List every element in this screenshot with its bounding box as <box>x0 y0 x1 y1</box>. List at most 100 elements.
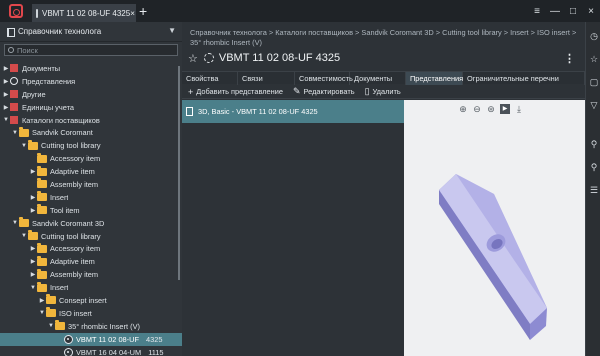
tree-item-label: Insert <box>50 192 69 202</box>
download-icon[interactable]: ⤓ <box>514 104 524 114</box>
chevron-down-icon[interactable]: ▼ <box>168 26 176 35</box>
tree-item-label: Документы <box>22 63 61 73</box>
tree-item[interactable]: ▼ Sandvik Coromant <box>0 126 182 139</box>
tree-item[interactable]: VBMT 11 02 08-UF 4325 <box>0 332 182 346</box>
expand-arrow-down-icon[interactable]: ▼ <box>20 233 28 239</box>
catalog-book-icon <box>10 64 18 73</box>
tree-item[interactable]: ▶ Assembly item <box>0 268 182 281</box>
search-input[interactable] <box>17 45 177 55</box>
edit-label: Редактировать <box>303 87 355 96</box>
search-icon[interactable]: ⚲ <box>589 139 599 149</box>
expand-arrow-right-icon[interactable]: ▶ <box>29 194 37 201</box>
tree-item-label: ISO insert <box>59 308 92 318</box>
expand-arrow-right-icon[interactable]: ▶ <box>2 104 10 111</box>
tree-item-label: Sandvik Coromant <box>32 128 93 138</box>
filter-icon[interactable]: ▽ <box>589 100 599 110</box>
tree-item[interactable]: ▶ Tool item <box>0 204 182 217</box>
expand-arrow-down-icon[interactable]: ▼ <box>11 220 19 226</box>
expand-arrow-down-icon[interactable]: ▼ <box>20 143 28 149</box>
menu-icon[interactable]: ≡ <box>528 6 546 17</box>
plus-icon: + <box>188 86 194 97</box>
breadcrumb[interactable]: Справочник технолога > Каталоги поставщи… <box>190 28 578 48</box>
tree-scrollbar[interactable] <box>178 66 180 280</box>
document-tab[interactable]: VBMT 11 02 08-UF 4325 × <box>32 4 136 22</box>
close-tab-icon[interactable]: × <box>130 9 135 18</box>
folder-icon <box>28 139 38 150</box>
tab-4[interactable]: Представления <box>406 72 463 85</box>
star-icon[interactable]: ☆ <box>589 54 599 64</box>
tree-item[interactable]: ▶ Единицы учета <box>0 101 182 114</box>
document-header: ☆ VBMT 11 02 08-UF 4325 <box>188 51 340 65</box>
expand-arrow-right-icon[interactable]: ▶ <box>38 297 46 304</box>
expand-arrow-right-icon[interactable]: ▶ <box>29 258 37 265</box>
edit-button[interactable]: ✎ Редактировать <box>293 86 355 97</box>
tree-item[interactable]: Accessory item <box>0 152 182 165</box>
expand-arrow-down-icon[interactable]: ▼ <box>47 323 55 329</box>
more-options-button[interactable]: ⋮ <box>564 52 575 65</box>
expand-arrow-right-icon[interactable]: ▶ <box>2 91 10 98</box>
trash-icon: ▯ <box>364 86 370 96</box>
tab-2[interactable]: Совместимость <box>295 72 353 85</box>
expand-arrow-down-icon[interactable]: ▼ <box>2 117 10 123</box>
search-advanced-icon[interactable]: ⚲ <box>589 162 599 172</box>
play-icon[interactable]: ▶ <box>500 104 510 114</box>
catalog-selector[interactable]: Справочник технолога ▼ <box>0 22 182 42</box>
tree-item[interactable]: ▶ Документы <box>0 62 182 75</box>
close-window-button[interactable]: × <box>582 6 600 17</box>
item-icon <box>64 334 73 344</box>
catalog-book-icon <box>10 116 18 124</box>
expand-arrow-right-icon[interactable]: ▶ <box>29 207 37 214</box>
list-item[interactable]: 3D, Basic - VBMT 11 02 08-UF 4325 <box>182 100 404 123</box>
expand-arrow-down-icon[interactable]: ▼ <box>11 130 19 136</box>
tree-item[interactable]: ▼ ISO insert <box>0 307 182 320</box>
add-representation-button[interactable]: + Добавить представление <box>188 87 283 97</box>
tree-item[interactable]: ▶ Consept insert <box>0 294 182 307</box>
favorite-star-icon[interactable]: ☆ <box>188 52 198 65</box>
tree-item-label: Единицы учета <box>22 102 75 112</box>
app-logo-icon[interactable] <box>9 4 23 18</box>
expand-arrow-right-icon[interactable]: ▶ <box>2 78 10 85</box>
expand-arrow-right-icon[interactable]: ▶ <box>29 245 37 252</box>
new-tab-button[interactable]: + <box>139 3 147 19</box>
tree-item[interactable]: ▶ Accessory item <box>0 242 182 255</box>
pencil-icon: ✎ <box>292 86 301 96</box>
3d-viewer[interactable]: ⊕ ⊖ ⊛ ▶ ⤓ <box>404 100 585 356</box>
tree-item[interactable]: ▶ Adaptive item <box>0 165 182 178</box>
expand-arrow-down-icon[interactable]: ▼ <box>29 285 37 291</box>
tree-item[interactable]: ▼ 35° rhombic Insert (V) <box>0 320 182 333</box>
delete-button[interactable]: ▯ Удалить <box>365 86 401 97</box>
tree-item[interactable]: ▶ Другие <box>0 88 182 101</box>
tree-item-label: Insert <box>50 283 69 293</box>
zoom-in-icon[interactable]: ⊕ <box>458 104 468 114</box>
maximize-button[interactable]: □ <box>564 6 582 17</box>
expand-arrow-down-icon[interactable]: ▼ <box>38 310 46 316</box>
expand-arrow-right-icon[interactable]: ▶ <box>29 168 37 175</box>
tab-1[interactable]: Связи <box>238 72 295 85</box>
tab-0[interactable]: Свойства <box>182 72 238 85</box>
list-icon[interactable]: ☰ <box>589 185 599 195</box>
tree-item[interactable]: ▶ Adaptive item <box>0 255 182 268</box>
tab-3[interactable]: Документы <box>350 72 406 85</box>
search-box <box>4 44 178 56</box>
box-icon[interactable]: ▢ <box>589 77 599 87</box>
expand-arrow-right-icon[interactable]: ▶ <box>2 65 10 72</box>
tree-item[interactable]: ▼ Cutting tool library <box>0 139 182 152</box>
tree-item[interactable]: ▶ Представления <box>0 75 182 88</box>
tree-item-label: Adaptive item <box>50 167 95 177</box>
document-icon <box>36 8 38 18</box>
tree-item[interactable]: VBMT 16 04 04-UM 1115 <box>0 346 182 356</box>
tree-item[interactable]: ▼ Sandvik Coromant 3D <box>0 217 182 230</box>
tree-item[interactable]: Assembly item <box>0 178 182 191</box>
tree-item[interactable]: ▶ Insert <box>0 191 182 204</box>
expand-arrow-right-icon[interactable]: ▶ <box>29 271 37 278</box>
tree-item-label: Представления <box>22 76 76 86</box>
zoom-out-icon[interactable]: ⊖ <box>472 104 482 114</box>
tree-item-grade: 1115 <box>148 347 164 356</box>
zoom-fit-icon[interactable]: ⊛ <box>486 104 496 114</box>
tree-item[interactable]: ▼ Cutting tool library <box>0 230 182 243</box>
tree-item[interactable]: ▼ Insert <box>0 281 182 294</box>
minimize-button[interactable]: — <box>546 6 564 17</box>
history-icon[interactable]: ◷ <box>589 31 599 41</box>
tab-5[interactable]: Ограничительные перечни <box>463 72 585 85</box>
tree-item[interactable]: ▼ Каталоги поставщиков <box>0 114 182 127</box>
